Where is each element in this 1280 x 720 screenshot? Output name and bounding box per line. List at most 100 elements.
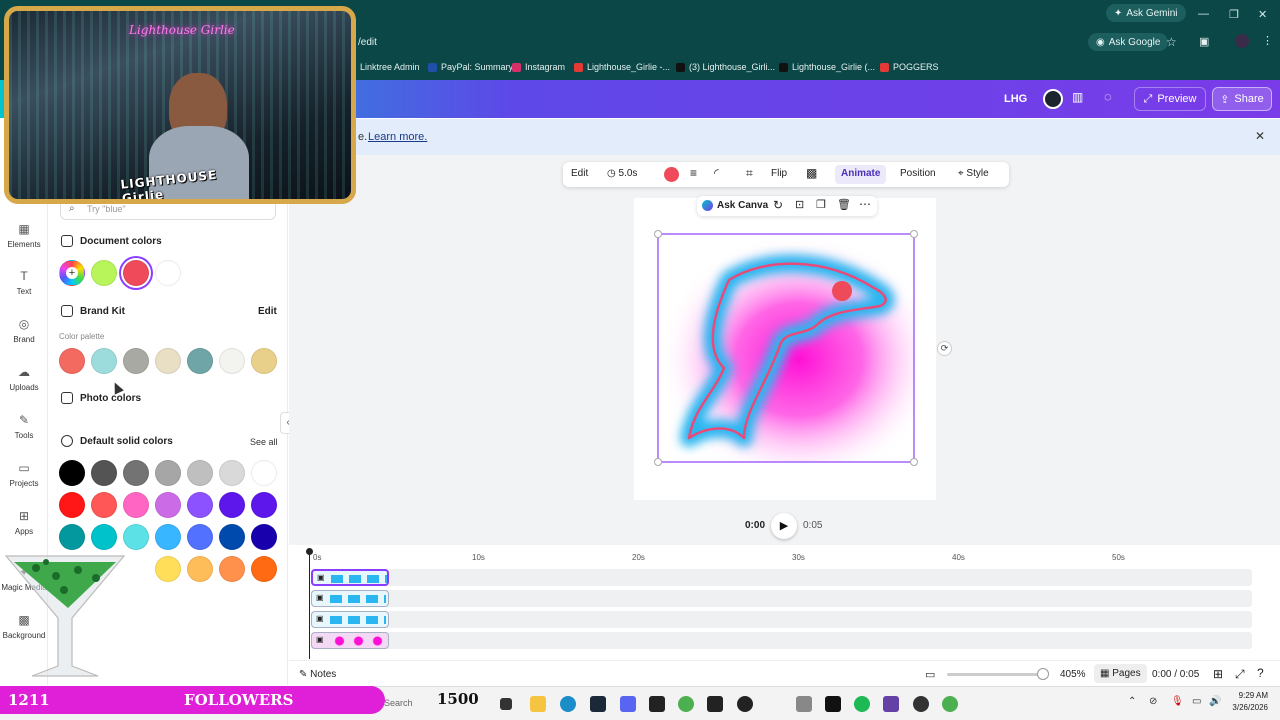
network-icon[interactable]: ⊘: [1149, 696, 1157, 707]
minimize-icon[interactable]: —: [1198, 8, 1209, 20]
resize-handle[interactable]: [910, 458, 918, 466]
play-button[interactable]: ▶: [771, 513, 797, 539]
profile-avatar[interactable]: [1235, 34, 1249, 48]
timeline-clip[interactable]: ▣: [311, 632, 389, 649]
close-banner-icon[interactable]: ✕: [1255, 129, 1265, 143]
default-color-swatch[interactable]: [155, 492, 181, 518]
zoom-slider-thumb[interactable]: [1037, 668, 1049, 680]
fill-color-button[interactable]: [664, 167, 679, 182]
ask-canva-button[interactable]: Ask Canva: [717, 200, 768, 211]
team-initials[interactable]: LHG: [1004, 93, 1027, 105]
add-color-button[interactable]: +: [59, 260, 85, 286]
dolphin-artwork[interactable]: [634, 198, 936, 500]
chrome-icon[interactable]: [678, 696, 694, 712]
default-color-swatch[interactable]: [155, 556, 181, 582]
user-avatar[interactable]: [1043, 89, 1063, 109]
calculator-icon[interactable]: [796, 696, 812, 712]
lock-icon[interactable]: ⊡: [795, 198, 804, 211]
timeline-clip[interactable]: ▣: [311, 611, 389, 628]
default-color-swatch[interactable]: [59, 492, 85, 518]
default-color-swatch[interactable]: [155, 524, 181, 550]
app-icon[interactable]: [707, 696, 723, 712]
mic-icon[interactable]: 🎙: [1171, 696, 1184, 707]
obs-icon[interactable]: [737, 696, 753, 712]
brand-palette-swatch[interactable]: [91, 348, 117, 374]
bookmark-item[interactable]: Linktree Admin: [360, 62, 420, 72]
default-color-swatch[interactable]: [91, 524, 117, 550]
rail-item-projects[interactable]: ▭ Projects: [0, 461, 48, 488]
border-style-icon[interactable]: ≡: [690, 166, 697, 180]
zoom-level[interactable]: 405%: [1060, 669, 1086, 680]
default-color-swatch[interactable]: [219, 524, 245, 550]
spotify-icon[interactable]: [854, 696, 870, 712]
learn-more-link[interactable]: Learn more.: [368, 131, 427, 143]
rail-item-elements[interactable]: ▦ Elements: [0, 222, 48, 249]
bookmark-item[interactable]: Lighthouse_Girlie (...: [779, 62, 875, 72]
rail-item-brand[interactable]: ◎ Brand: [0, 317, 48, 344]
default-color-swatch[interactable]: [59, 460, 85, 486]
brand-palette-swatch[interactable]: [155, 348, 181, 374]
url-text[interactable]: /edit: [358, 37, 377, 48]
default-color-swatch[interactable]: [219, 492, 245, 518]
default-color-swatch[interactable]: [123, 524, 149, 550]
display-icon[interactable]: ▭: [1192, 696, 1201, 707]
help-icon[interactable]: ?: [1257, 666, 1264, 680]
more-icon[interactable]: ⋯: [859, 197, 871, 211]
app-icon[interactable]: [883, 696, 899, 712]
default-color-swatch[interactable]: [187, 556, 213, 582]
default-color-swatch[interactable]: [123, 460, 149, 486]
bookmark-item[interactable]: (3) Lighthouse_Girli...: [676, 62, 775, 72]
clock-date[interactable]: 3/26/2026: [1224, 703, 1268, 712]
document-color-swatch[interactable]: [155, 260, 181, 286]
brand-palette-swatch[interactable]: [123, 348, 149, 374]
corner-rounding-icon[interactable]: ◜: [714, 166, 719, 180]
rotate-icon[interactable]: ⟳: [937, 341, 952, 356]
style-button[interactable]: ⌖ Style: [958, 168, 989, 179]
default-color-swatch[interactable]: [219, 460, 245, 486]
bookmark-item[interactable]: Lighthouse_Girlie -...: [574, 62, 670, 72]
default-color-swatch[interactable]: [251, 556, 277, 582]
tray-chevron-icon[interactable]: ⌃: [1128, 696, 1136, 707]
trash-icon[interactable]: 🗑: [837, 198, 851, 211]
document-color-swatch[interactable]: [91, 260, 117, 286]
rail-item-tools[interactable]: ✎ Tools: [0, 413, 48, 440]
clock-time[interactable]: 9:29 AM: [1224, 691, 1268, 700]
star-icon[interactable]: ☆: [1166, 35, 1177, 49]
default-color-swatch[interactable]: [187, 460, 213, 486]
brand-palette-swatch[interactable]: [219, 348, 245, 374]
comment-icon[interactable]: ◌: [1104, 89, 1124, 109]
rail-item-apps[interactable]: ⊞ Apps: [0, 509, 48, 536]
grid-view-icon[interactable]: ⊞: [1213, 667, 1223, 681]
steam-icon[interactable]: [590, 696, 606, 712]
brand-palette-swatch[interactable]: [187, 348, 213, 374]
resize-handle[interactable]: [654, 458, 662, 466]
taskbar-search[interactable]: Search: [384, 698, 413, 708]
brand-palette-swatch[interactable]: [251, 348, 277, 374]
default-color-swatch[interactable]: [251, 524, 277, 550]
preview-button[interactable]: ⤢ Preview: [1134, 87, 1206, 111]
crop-icon[interactable]: ⌗: [746, 166, 753, 181]
notes-button[interactable]: ✎ Notes: [299, 669, 336, 680]
default-color-swatch[interactable]: [59, 524, 85, 550]
see-all-link[interactable]: See all: [250, 437, 278, 447]
brand-kit-edit-button[interactable]: Edit: [258, 306, 277, 317]
resize-handle[interactable]: [654, 230, 662, 238]
edge-icon[interactable]: [560, 696, 576, 712]
pages-button[interactable]: ▦ Pages: [1094, 664, 1147, 683]
bookmark-item[interactable]: Instagram: [512, 62, 565, 72]
default-color-swatch[interactable]: [91, 460, 117, 486]
playhead-knob[interactable]: [306, 548, 313, 555]
default-color-swatch[interactable]: [187, 524, 213, 550]
edit-button[interactable]: Edit: [571, 168, 588, 179]
sidepanel-icon[interactable]: ▣: [1199, 35, 1209, 48]
flip-button[interactable]: Flip: [771, 168, 787, 179]
capcut-icon[interactable]: [825, 696, 841, 712]
chrome-icon[interactable]: [942, 696, 958, 712]
default-color-swatch[interactable]: [155, 460, 181, 486]
menu-dots-icon[interactable]: ⋮: [1262, 34, 1273, 47]
brand-palette-swatch[interactable]: [59, 348, 85, 374]
rail-item-text[interactable]: T Text: [0, 269, 48, 296]
default-color-swatch[interactable]: [219, 556, 245, 582]
resize-handle[interactable]: [910, 230, 918, 238]
discord-icon[interactable]: [620, 696, 636, 712]
